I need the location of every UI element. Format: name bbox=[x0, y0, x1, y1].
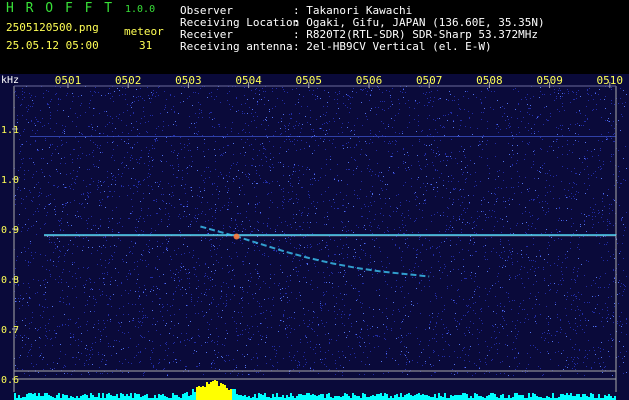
x-tick-label: 0508 bbox=[476, 74, 503, 87]
y-tick-label: 0.6 bbox=[1, 375, 19, 386]
y-tick-label: 0.8 bbox=[1, 275, 19, 286]
x-tick-label: 0504 bbox=[235, 74, 262, 87]
meteor-count: 31 bbox=[139, 39, 153, 52]
y-tick-label: 0.9 bbox=[1, 225, 19, 236]
y-tick-label: 1.1 bbox=[1, 125, 19, 136]
x-tick-label: 0501 bbox=[55, 74, 82, 87]
y-tick-label: 1.0 bbox=[1, 175, 19, 186]
x-tick-label: 0509 bbox=[536, 74, 563, 87]
x-tick-label: 0503 bbox=[175, 74, 202, 87]
spectrogram-background bbox=[0, 74, 629, 400]
meteor-label: meteor bbox=[124, 25, 164, 38]
y-axis-unit: kHz bbox=[1, 75, 19, 86]
datetime-label: 25.05.12 05:00 bbox=[6, 39, 99, 52]
x-tick-label: 0502 bbox=[115, 74, 142, 87]
x-tick-label: 0506 bbox=[356, 74, 383, 87]
antenna-label: Receiving antenna bbox=[180, 40, 293, 53]
filename-label: 2505120500.png bbox=[6, 21, 99, 34]
app-name: H R O F F T bbox=[6, 1, 115, 16]
header-panel: H R O F F T 1.0.0 2505120500.png meteor … bbox=[0, 0, 629, 74]
x-tick-label: 0510 bbox=[597, 74, 624, 87]
x-tick-label: 0505 bbox=[296, 74, 323, 87]
spectrogram: kHz 0501 0502 0503 0504 0505 0506 0507 0508 0509 0… bbox=[0, 74, 629, 400]
app-version: 1.0.0 bbox=[125, 4, 156, 15]
meteor-head-echo bbox=[233, 233, 240, 240]
y-tick-label: 0.7 bbox=[1, 325, 19, 336]
antenna-value: : 2el-HB9CV Vertical (el. E-W) bbox=[293, 40, 492, 53]
x-tick-label: 0507 bbox=[416, 74, 443, 87]
